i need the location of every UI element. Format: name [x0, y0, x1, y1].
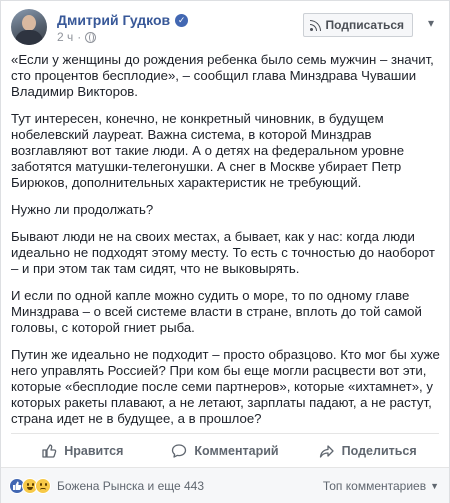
post-meta: 2 ч · [57, 30, 97, 44]
follow-button-label: Подписаться [325, 18, 404, 32]
comment-button[interactable]: Комментарий [154, 434, 297, 467]
rss-icon [309, 19, 321, 31]
author-row: Дмитрий Гудков ✓ [57, 12, 189, 28]
share-button[interactable]: Поделиться [296, 434, 439, 467]
author-name[interactable]: Дмитрий Гудков [57, 12, 170, 28]
meta-separator: · [77, 30, 82, 44]
post-paragraph: Бывают люди не на своих местах, а бывает… [11, 229, 435, 276]
sad-reaction-icon [35, 478, 51, 494]
post-paragraph: Путин же идеально не подходит – просто о… [11, 347, 440, 426]
thumbs-up-icon [42, 443, 57, 458]
caret-down-icon: ▼ [430, 481, 439, 491]
facebook-post: Дмитрий Гудков ✓ 2 ч · Подписаться ▾ «Ес… [0, 0, 450, 503]
chevron-down-icon[interactable]: ▾ [423, 15, 439, 31]
like-button[interactable]: Нравится [11, 434, 154, 467]
post-paragraph: Нужно ли продолжать? [11, 202, 154, 217]
verified-check-icon: ✓ [175, 13, 189, 27]
avatar[interactable] [11, 9, 47, 45]
comment-icon [172, 443, 187, 458]
comment-label: Комментарий [194, 443, 279, 458]
like-label: Нравится [64, 443, 124, 458]
reaction-icons[interactable] [9, 478, 51, 494]
post-paragraph: «Если у женщины до рождения ребенка было… [11, 52, 434, 99]
follow-button[interactable]: Подписаться [302, 13, 413, 37]
globe-icon[interactable] [85, 31, 97, 43]
reactors-summary[interactable]: Божена Рынска и еще 443 [57, 479, 204, 493]
post-paragraph: Тут интересен, конечно, не конкретный чи… [11, 111, 405, 190]
timestamp[interactable]: 2 ч [57, 30, 73, 44]
top-comments-label: Топ комментариев [322, 479, 427, 493]
post-body: «Если у женщины до рождения ребенка было… [11, 52, 441, 438]
post-header: Дмитрий Гудков ✓ 2 ч · Подписаться ▾ [11, 9, 439, 45]
post-actions: Нравится Комментарий Поделиться [11, 433, 439, 467]
post-paragraph: И если по одной капле можно судить о мор… [11, 288, 422, 335]
top-comments-selector[interactable]: Топ комментариев ▼ [323, 479, 439, 493]
share-label: Поделиться [341, 443, 417, 458]
share-arrow-icon [319, 444, 334, 458]
reactions-bar: Божена Рынска и еще 443 Топ комментариев… [1, 467, 449, 503]
